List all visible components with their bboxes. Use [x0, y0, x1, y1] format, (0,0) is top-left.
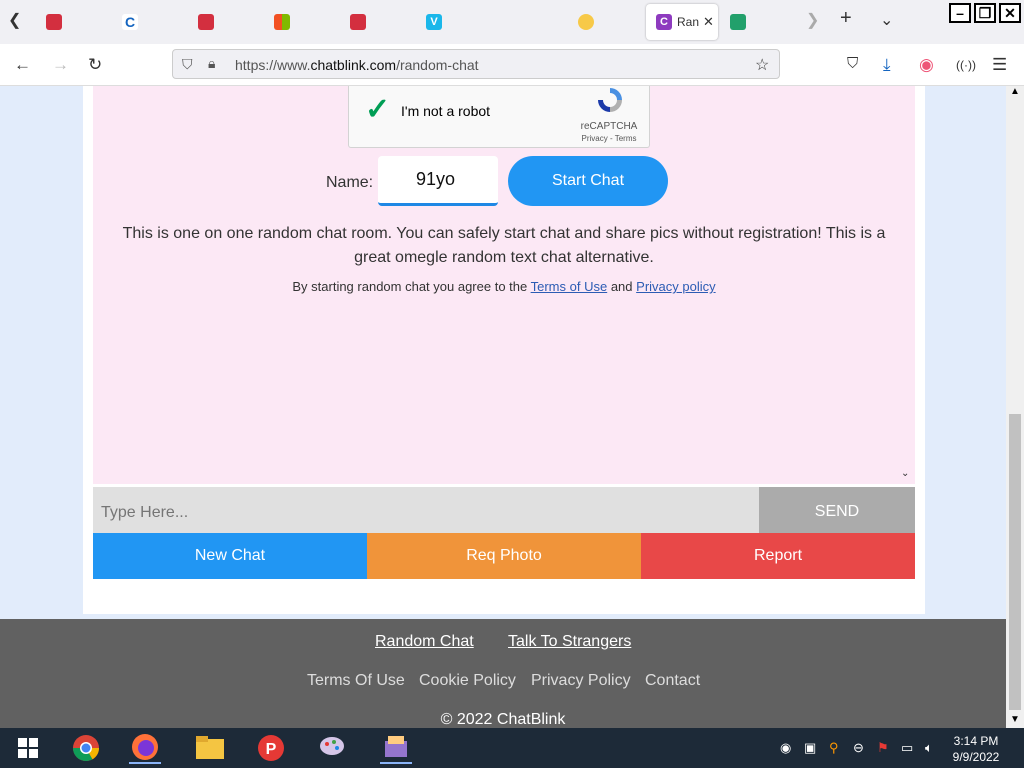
tab-1[interactable]	[36, 4, 112, 40]
scrollbar-thumb[interactable]	[1009, 414, 1021, 710]
tab-7[interactable]	[568, 4, 644, 40]
bookmark-star-icon[interactable]: ☆	[755, 55, 769, 75]
footer-link-privacy[interactable]: Privacy Policy	[531, 672, 631, 690]
footer-link-terms[interactable]: Terms Of Use	[307, 672, 405, 690]
report-button[interactable]: Report	[641, 533, 915, 579]
privacy-link[interactable]: Privacy policy	[636, 279, 715, 294]
restore-icon[interactable]: ❐	[974, 3, 996, 23]
recaptcha-links[interactable]: Privacy - Terms	[571, 134, 647, 143]
tab-4[interactable]	[264, 4, 340, 40]
tab-6[interactable]: V	[416, 4, 492, 40]
copyright-text: © 2022 ChatBlink	[440, 711, 566, 728]
new-tab-icon[interactable]: +	[840, 7, 852, 30]
tab-5[interactable]	[340, 4, 416, 40]
svg-text:P: P	[266, 741, 277, 758]
lock-icon[interactable]: 🔒︎	[208, 55, 215, 72]
forward-icon[interactable]: →	[52, 55, 69, 75]
smiley-icon	[578, 14, 594, 30]
taskbar: P ◉ ▣ ⚲ ⊖ ⚑ ▭ 🔈︎ 3:14 PM 9/9/2022	[0, 728, 1024, 768]
volume-icon[interactable]: 🔈︎	[925, 740, 933, 756]
start-menu-icon[interactable]	[12, 732, 44, 764]
recaptcha-logo-icon	[598, 88, 622, 112]
app-icon-tools[interactable]	[380, 732, 412, 764]
app-icon	[730, 14, 746, 30]
agreement-text: By starting random chat you agree to the…	[292, 279, 716, 294]
heart-icon	[46, 14, 62, 30]
c-logo-icon: C	[122, 14, 138, 30]
browser-tab-bar: ❮ C V C Ran ✕ ❯ + ⌄ – ❐ ✕	[0, 0, 1024, 44]
tab-title: Ran	[677, 15, 699, 29]
footer-link-contact[interactable]: Contact	[645, 672, 700, 690]
address-bar[interactable]: ⛉ 🔒︎ https://www.chatblink.com/random-ch…	[172, 49, 780, 79]
terms-link[interactable]: Terms of Use	[531, 279, 608, 294]
chat-scroll-down-icon[interactable]: ⌄	[901, 468, 909, 479]
footer-link-random-chat[interactable]: Random Chat	[375, 633, 474, 651]
flag-icon[interactable]: ⚑	[877, 740, 889, 756]
chatblink-icon: C	[656, 14, 672, 30]
name-input[interactable]	[378, 156, 498, 206]
minimize-icon[interactable]: –	[949, 3, 971, 23]
firefox-icon[interactable]	[129, 732, 161, 764]
recaptcha-widget: ✓ I'm not a robot reCAPTCHA Privacy - Te…	[348, 86, 650, 148]
tray-icon-2[interactable]: ▣	[804, 740, 816, 756]
tab-3[interactable]	[188, 4, 264, 40]
footer-link-talk-to-strangers[interactable]: Talk To Strangers	[508, 633, 631, 651]
downloads-icon[interactable]: ⤓	[883, 55, 891, 75]
chrome-icon[interactable]	[70, 732, 102, 764]
shield-icon[interactable]: ⛉	[182, 56, 193, 73]
page-scrollbar[interactable]: ▲ ▼	[1006, 86, 1024, 728]
system-clock[interactable]: 3:14 PM 9/9/2022	[948, 733, 1004, 765]
heart-icon	[350, 14, 366, 30]
reload-icon[interactable]: ↻	[88, 55, 102, 75]
tab-scroll-right-icon[interactable]: ❯	[806, 10, 819, 30]
tray-icon-minus[interactable]: ⊖	[853, 740, 864, 756]
page-viewport: ✓ I'm not a robot reCAPTCHA Privacy - Te…	[0, 86, 1006, 728]
tab-2[interactable]: C	[112, 4, 188, 40]
footer: Random Chat Talk To Strangers Terms Of U…	[0, 619, 1006, 728]
pocket-icon[interactable]: ⛉	[847, 55, 858, 72]
search-tray-icon[interactable]: ⚲	[829, 740, 839, 756]
app-icon-paint[interactable]	[316, 732, 348, 764]
scroll-up-icon[interactable]: ▲	[1010, 86, 1020, 97]
microsoft-icon	[274, 14, 290, 30]
menu-icon[interactable]: ☰	[992, 55, 1007, 75]
req-photo-button[interactable]: Req Photo	[367, 533, 641, 579]
message-input[interactable]	[93, 487, 759, 533]
start-chat-button[interactable]: Start Chat	[508, 156, 668, 206]
close-window-icon[interactable]: ✕	[999, 3, 1021, 23]
vimeo-icon: V	[426, 14, 442, 30]
clock-time: 3:14 PM	[953, 734, 999, 748]
description-text: This is one on one random chat room. You…	[122, 225, 886, 266]
recaptcha-brand: reCAPTCHA	[580, 121, 638, 132]
send-button[interactable]: SEND	[759, 487, 915, 533]
extension-icon-2[interactable]: ((·))	[956, 58, 976, 72]
name-label: Name:	[326, 174, 374, 191]
chat-container: ✓ I'm not a robot reCAPTCHA Privacy - Te…	[83, 86, 925, 614]
heart-icon	[198, 14, 214, 30]
tray-icon-1[interactable]: ◉	[780, 740, 791, 756]
tab-list-icon[interactable]: ⌄	[880, 10, 893, 30]
checkmark-icon[interactable]: ✓	[365, 92, 390, 127]
navigation-bar: ← → ↻ ⛉ 🔒︎ https://www.chatblink.com/ran…	[0, 44, 1024, 86]
tab-scroll-left-icon[interactable]: ❮	[8, 10, 21, 30]
scroll-down-icon[interactable]: ▼	[1010, 714, 1020, 725]
url-text[interactable]: https://www.chatblink.com/random-chat	[235, 57, 479, 73]
tab-9[interactable]	[720, 4, 796, 40]
footer-link-cookie[interactable]: Cookie Policy	[419, 672, 516, 690]
back-icon[interactable]: ←	[14, 55, 31, 75]
tab-active[interactable]: C Ran ✕	[646, 4, 718, 40]
file-explorer-icon[interactable]	[194, 732, 226, 764]
app-icon-p[interactable]: P	[255, 732, 287, 764]
new-chat-button[interactable]: New Chat	[93, 533, 367, 579]
clock-date: 9/9/2022	[952, 750, 1000, 764]
chat-area: ✓ I'm not a robot reCAPTCHA Privacy - Te…	[93, 86, 915, 484]
network-icon[interactable]: ▭	[901, 740, 913, 756]
captcha-label: I'm not a robot	[401, 103, 491, 119]
extension-icon[interactable]: ◉	[919, 55, 934, 75]
close-tab-icon[interactable]: ✕	[703, 14, 714, 30]
